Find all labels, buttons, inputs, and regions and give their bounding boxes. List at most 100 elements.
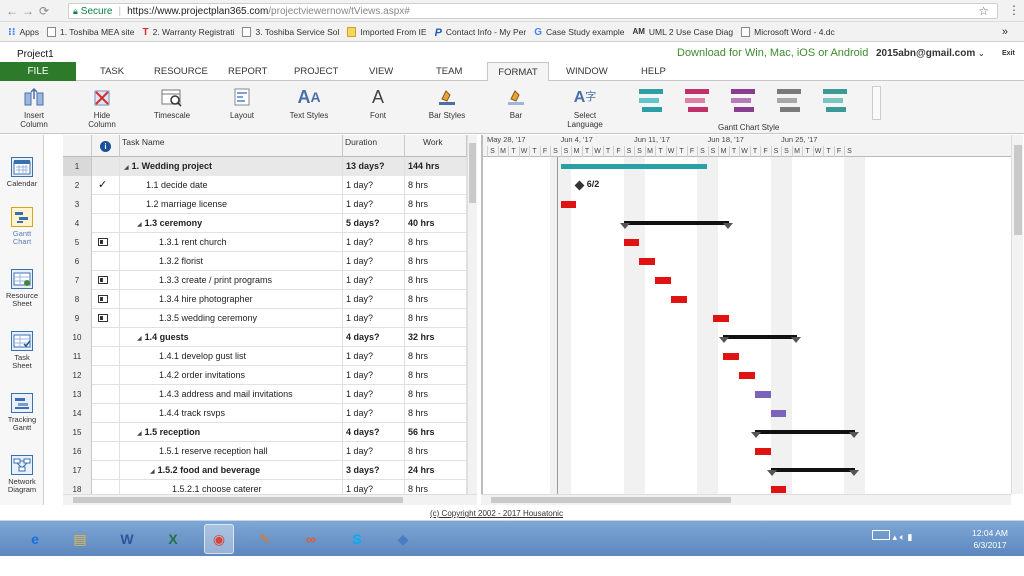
work-cell[interactable]: 24 hrs [405,461,467,480]
font-button[interactable]: A Font [360,85,396,121]
gantt-style-4[interactable] [774,86,804,118]
work-cell[interactable]: 8 hrs [405,252,467,271]
summary-end-cap[interactable] [790,337,801,343]
select-language-button[interactable]: A字 Select Language [562,85,608,129]
duration-cell[interactable]: 3 days? [343,461,405,480]
row-number[interactable]: 18 [63,480,92,494]
collapse-icon[interactable]: ◢ [137,222,142,228]
gantt-style-2[interactable] [682,86,712,118]
summary-end-cap[interactable] [722,223,733,229]
bar-styles-button[interactable]: Bar Styles [424,85,470,120]
network-icon[interactable]: ▮ [907,532,912,542]
duration-cell[interactable]: 1 day? [343,366,405,385]
bookmark-item[interactable]: G Case Study example [534,27,624,37]
task-bar[interactable] [770,410,787,417]
summary-bar[interactable] [723,335,797,339]
summary-start-cap[interactable] [766,470,777,476]
row-number[interactable]: 11 [63,347,92,366]
work-cell[interactable]: 8 hrs [405,290,467,309]
work-cell[interactable]: 8 hrs [405,442,467,461]
skype-icon[interactable]: S [342,524,372,554]
paint-icon[interactable]: ✎ [250,524,280,554]
table-row[interactable]: 12 1.4.2 order invitations 1 day? 8 hrs [63,366,477,385]
table-row[interactable]: 10 ◢ 1.4 guests 4 days? 32 hrs [63,328,477,347]
row-number[interactable]: 17 [63,461,92,480]
back-icon[interactable]: ← [4,4,20,18]
work-cell[interactable]: 8 hrs [405,385,467,404]
row-number[interactable]: 2 [63,176,92,195]
duration-cell[interactable]: 1 day? [343,404,405,423]
duration-cell[interactable]: 1 day? [343,347,405,366]
table-row[interactable]: 3 1.2 marriage license 1 day? 8 hrs [63,195,477,214]
duration-cell[interactable]: 1 day? [343,290,405,309]
table-row[interactable]: 17 ◢ 1.5.2 food and beverage 3 days? 24 hrs [63,461,477,480]
task-bar[interactable] [770,486,787,493]
sidebar-item-network-diagram[interactable]: Network Diagram [0,455,44,494]
work-cell[interactable]: 8 hrs [405,176,467,195]
collapse-icon[interactable]: ◢ [137,431,142,437]
summary-start-cap[interactable] [750,432,761,438]
task-name-cell[interactable]: ◢ 1.5 reception [120,423,343,442]
duration-column-header[interactable]: Duration [343,135,405,157]
sidebar-item-resource-sheet[interactable]: Resource Sheet [0,269,44,308]
summary-start-cap[interactable] [619,223,630,229]
sidebar-item-task-sheet[interactable]: Task Sheet [0,331,44,370]
task-bar[interactable] [739,372,755,379]
copyright-link[interactable]: (c) Copyright 2002 - 2017 Housatonic [430,509,563,518]
timescale-button[interactable]: Timescale [150,85,194,120]
bookmark-item[interactable]: Microsoft Word - 4.dc [741,26,835,37]
table-row[interactable]: 14 1.4.4 track rsvps 1 day? 8 hrs [63,404,477,423]
sidebar-item-tracking-gantt[interactable]: Tracking Gantt [0,393,44,432]
table-row[interactable]: 16 1.5.1 reserve reception hall 1 day? 8 hr… [63,442,477,461]
task-name-cell[interactable]: ◢ 1.4 guests [120,328,343,347]
work-cell[interactable]: 8 hrs [405,233,467,252]
duration-cell[interactable]: 1 day? [343,271,405,290]
note-icon[interactable] [98,276,108,284]
row-number[interactable]: 8 [63,290,92,309]
keyboard-icon[interactable] [872,530,890,540]
grid-vertical-scrollbar[interactable] [467,135,477,494]
row-number[interactable]: 7 [63,271,92,290]
app-icon[interactable]: ∞ [296,524,326,554]
work-cell[interactable]: 8 hrs [405,366,467,385]
task-name-cell[interactable]: 1.3.1 rent church [120,233,343,252]
row-number[interactable]: 1 [63,157,92,176]
task-name-cell[interactable]: 1.1 decide date [120,176,343,195]
duration-cell[interactable]: 1 day? [343,195,405,214]
duration-cell[interactable]: 5 days? [343,214,405,233]
task-name-cell[interactable]: 1.3.4 hire photographer [120,290,343,309]
task-name-cell[interactable]: 1.5.2.1 choose caterer [120,480,343,494]
row-number[interactable]: 14 [63,404,92,423]
task-bar[interactable] [623,239,640,246]
grid-horizontal-scrollbar[interactable] [63,494,477,505]
bookmark-item[interactable]: P Contact Info - My Per [435,27,527,37]
summary-end-cap[interactable] [848,470,859,476]
task-name-cell[interactable]: 1.4.1 develop gust list [120,347,343,366]
bookmark-item[interactable]: 1. Toshiba MEA site [46,26,134,37]
row-number[interactable]: 4 [63,214,92,233]
work-cell[interactable]: 8 hrs [405,271,467,290]
row-number[interactable]: 12 [63,366,92,385]
task-name-cell[interactable]: 1.3.3 create / print programs [120,271,343,290]
task-name-cell[interactable]: ◢ 1. Wedding project [120,157,343,176]
gantt-horizontal-scrollbar[interactable] [481,494,1011,505]
volume-icon[interactable]: 🔈︎ [900,532,905,542]
tab-help[interactable]: HELP [641,66,666,77]
address-bar[interactable]: 🔒︎ Secure | https://www.projectplan365.c… [68,3,998,19]
task-name-column-header[interactable]: Task Name [120,135,343,157]
row-number[interactable]: 9 [63,309,92,328]
tab-file[interactable]: FILE [0,62,76,81]
bookmark-item[interactable]: Imported From IE [347,26,427,37]
task-name-cell[interactable]: 1.3.5 wedding ceremony [120,309,343,328]
work-cell[interactable]: 8 hrs [405,195,467,214]
clock[interactable]: 12:04 AM 6/3/2017 [962,527,1018,551]
summary-bar[interactable] [770,468,855,472]
gantt-style-5[interactable] [820,86,850,118]
tab-report[interactable]: REPORT [228,66,267,77]
table-row[interactable]: 1 ◢ 1. Wedding project 13 days? 144 hrs [63,157,477,176]
work-cell[interactable]: 32 hrs [405,328,467,347]
task-bar[interactable] [754,448,771,455]
bar-button[interactable]: Bar [498,85,534,120]
work-column-header[interactable]: Work [405,135,467,157]
row-number[interactable]: 6 [63,252,92,271]
